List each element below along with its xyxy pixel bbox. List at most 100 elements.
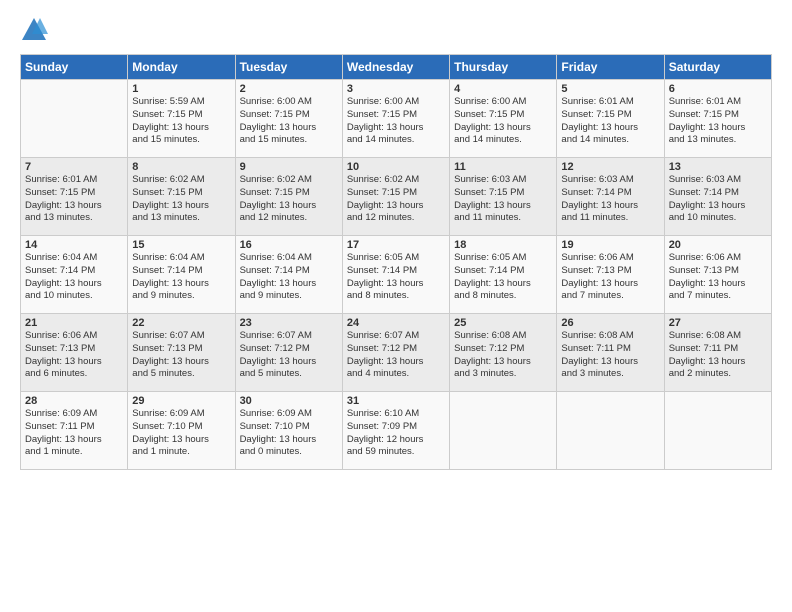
calendar-cell: 7Sunrise: 6:01 AM Sunset: 7:15 PM Daylig… <box>21 158 128 236</box>
day-number: 16 <box>240 239 338 251</box>
logo-icon <box>20 16 48 44</box>
day-info: Sunrise: 6:03 AM Sunset: 7:14 PM Dayligh… <box>561 174 659 225</box>
day-number: 4 <box>454 83 552 95</box>
header <box>20 16 772 44</box>
week-row-5: 28Sunrise: 6:09 AM Sunset: 7:11 PM Dayli… <box>21 392 772 470</box>
calendar-cell: 28Sunrise: 6:09 AM Sunset: 7:11 PM Dayli… <box>21 392 128 470</box>
header-saturday: Saturday <box>664 55 771 80</box>
calendar-cell: 31Sunrise: 6:10 AM Sunset: 7:09 PM Dayli… <box>342 392 449 470</box>
day-number: 17 <box>347 239 445 251</box>
day-info: Sunrise: 6:00 AM Sunset: 7:15 PM Dayligh… <box>454 96 552 147</box>
day-number: 30 <box>240 395 338 407</box>
day-info: Sunrise: 6:09 AM Sunset: 7:10 PM Dayligh… <box>240 408 338 459</box>
day-info: Sunrise: 6:00 AM Sunset: 7:15 PM Dayligh… <box>240 96 338 147</box>
header-tuesday: Tuesday <box>235 55 342 80</box>
calendar-cell <box>21 80 128 158</box>
calendar-cell: 5Sunrise: 6:01 AM Sunset: 7:15 PM Daylig… <box>557 80 664 158</box>
header-monday: Monday <box>128 55 235 80</box>
day-info: Sunrise: 6:08 AM Sunset: 7:11 PM Dayligh… <box>561 330 659 381</box>
day-info: Sunrise: 6:07 AM Sunset: 7:12 PM Dayligh… <box>240 330 338 381</box>
day-info: Sunrise: 6:04 AM Sunset: 7:14 PM Dayligh… <box>240 252 338 303</box>
calendar-cell: 23Sunrise: 6:07 AM Sunset: 7:12 PM Dayli… <box>235 314 342 392</box>
calendar-cell: 3Sunrise: 6:00 AM Sunset: 7:15 PM Daylig… <box>342 80 449 158</box>
header-thursday: Thursday <box>450 55 557 80</box>
day-number: 6 <box>669 83 767 95</box>
day-info: Sunrise: 6:04 AM Sunset: 7:14 PM Dayligh… <box>132 252 230 303</box>
day-info: Sunrise: 6:01 AM Sunset: 7:15 PM Dayligh… <box>561 96 659 147</box>
calendar-cell: 30Sunrise: 6:09 AM Sunset: 7:10 PM Dayli… <box>235 392 342 470</box>
day-info: Sunrise: 6:09 AM Sunset: 7:10 PM Dayligh… <box>132 408 230 459</box>
day-number: 5 <box>561 83 659 95</box>
calendar-cell: 22Sunrise: 6:07 AM Sunset: 7:13 PM Dayli… <box>128 314 235 392</box>
day-number: 14 <box>25 239 123 251</box>
day-number: 21 <box>25 317 123 329</box>
calendar-cell: 15Sunrise: 6:04 AM Sunset: 7:14 PM Dayli… <box>128 236 235 314</box>
calendar-cell: 29Sunrise: 6:09 AM Sunset: 7:10 PM Dayli… <box>128 392 235 470</box>
header-wednesday: Wednesday <box>342 55 449 80</box>
calendar-page: SundayMondayTuesdayWednesdayThursdayFrid… <box>0 0 792 612</box>
day-number: 8 <box>132 161 230 173</box>
day-info: Sunrise: 5:59 AM Sunset: 7:15 PM Dayligh… <box>132 96 230 147</box>
calendar-table: SundayMondayTuesdayWednesdayThursdayFrid… <box>20 54 772 470</box>
week-row-3: 14Sunrise: 6:04 AM Sunset: 7:14 PM Dayli… <box>21 236 772 314</box>
logo <box>20 16 54 44</box>
day-number: 7 <box>25 161 123 173</box>
calendar-cell: 9Sunrise: 6:02 AM Sunset: 7:15 PM Daylig… <box>235 158 342 236</box>
calendar-cell: 24Sunrise: 6:07 AM Sunset: 7:12 PM Dayli… <box>342 314 449 392</box>
calendar-cell: 26Sunrise: 6:08 AM Sunset: 7:11 PM Dayli… <box>557 314 664 392</box>
calendar-cell: 11Sunrise: 6:03 AM Sunset: 7:15 PM Dayli… <box>450 158 557 236</box>
calendar-cell: 18Sunrise: 6:05 AM Sunset: 7:14 PM Dayli… <box>450 236 557 314</box>
day-number: 31 <box>347 395 445 407</box>
header-friday: Friday <box>557 55 664 80</box>
day-info: Sunrise: 6:07 AM Sunset: 7:12 PM Dayligh… <box>347 330 445 381</box>
day-number: 25 <box>454 317 552 329</box>
day-info: Sunrise: 6:01 AM Sunset: 7:15 PM Dayligh… <box>669 96 767 147</box>
day-number: 26 <box>561 317 659 329</box>
day-number: 11 <box>454 161 552 173</box>
day-info: Sunrise: 6:03 AM Sunset: 7:15 PM Dayligh… <box>454 174 552 225</box>
day-number: 2 <box>240 83 338 95</box>
day-number: 13 <box>669 161 767 173</box>
day-info: Sunrise: 6:01 AM Sunset: 7:15 PM Dayligh… <box>25 174 123 225</box>
day-number: 29 <box>132 395 230 407</box>
day-info: Sunrise: 6:05 AM Sunset: 7:14 PM Dayligh… <box>454 252 552 303</box>
day-number: 15 <box>132 239 230 251</box>
day-number: 27 <box>669 317 767 329</box>
day-info: Sunrise: 6:08 AM Sunset: 7:11 PM Dayligh… <box>669 330 767 381</box>
day-number: 18 <box>454 239 552 251</box>
week-row-2: 7Sunrise: 6:01 AM Sunset: 7:15 PM Daylig… <box>21 158 772 236</box>
calendar-cell: 12Sunrise: 6:03 AM Sunset: 7:14 PM Dayli… <box>557 158 664 236</box>
day-info: Sunrise: 6:02 AM Sunset: 7:15 PM Dayligh… <box>347 174 445 225</box>
day-number: 1 <box>132 83 230 95</box>
day-info: Sunrise: 6:03 AM Sunset: 7:14 PM Dayligh… <box>669 174 767 225</box>
day-number: 23 <box>240 317 338 329</box>
day-info: Sunrise: 6:10 AM Sunset: 7:09 PM Dayligh… <box>347 408 445 459</box>
calendar-cell: 4Sunrise: 6:00 AM Sunset: 7:15 PM Daylig… <box>450 80 557 158</box>
week-row-1: 1Sunrise: 5:59 AM Sunset: 7:15 PM Daylig… <box>21 80 772 158</box>
day-info: Sunrise: 6:09 AM Sunset: 7:11 PM Dayligh… <box>25 408 123 459</box>
day-info: Sunrise: 6:00 AM Sunset: 7:15 PM Dayligh… <box>347 96 445 147</box>
calendar-cell <box>557 392 664 470</box>
calendar-cell: 25Sunrise: 6:08 AM Sunset: 7:12 PM Dayli… <box>450 314 557 392</box>
header-sunday: Sunday <box>21 55 128 80</box>
calendar-cell: 6Sunrise: 6:01 AM Sunset: 7:15 PM Daylig… <box>664 80 771 158</box>
calendar-cell: 1Sunrise: 5:59 AM Sunset: 7:15 PM Daylig… <box>128 80 235 158</box>
day-number: 28 <box>25 395 123 407</box>
calendar-cell: 8Sunrise: 6:02 AM Sunset: 7:15 PM Daylig… <box>128 158 235 236</box>
calendar-cell: 27Sunrise: 6:08 AM Sunset: 7:11 PM Dayli… <box>664 314 771 392</box>
calendar-cell: 14Sunrise: 6:04 AM Sunset: 7:14 PM Dayli… <box>21 236 128 314</box>
day-info: Sunrise: 6:05 AM Sunset: 7:14 PM Dayligh… <box>347 252 445 303</box>
day-number: 12 <box>561 161 659 173</box>
calendar-cell <box>664 392 771 470</box>
calendar-cell <box>450 392 557 470</box>
day-number: 24 <box>347 317 445 329</box>
header-row: SundayMondayTuesdayWednesdayThursdayFrid… <box>21 55 772 80</box>
day-number: 22 <box>132 317 230 329</box>
day-info: Sunrise: 6:08 AM Sunset: 7:12 PM Dayligh… <box>454 330 552 381</box>
day-info: Sunrise: 6:06 AM Sunset: 7:13 PM Dayligh… <box>561 252 659 303</box>
day-info: Sunrise: 6:04 AM Sunset: 7:14 PM Dayligh… <box>25 252 123 303</box>
day-info: Sunrise: 6:06 AM Sunset: 7:13 PM Dayligh… <box>25 330 123 381</box>
calendar-cell: 20Sunrise: 6:06 AM Sunset: 7:13 PM Dayli… <box>664 236 771 314</box>
day-info: Sunrise: 6:02 AM Sunset: 7:15 PM Dayligh… <box>240 174 338 225</box>
calendar-cell: 16Sunrise: 6:04 AM Sunset: 7:14 PM Dayli… <box>235 236 342 314</box>
